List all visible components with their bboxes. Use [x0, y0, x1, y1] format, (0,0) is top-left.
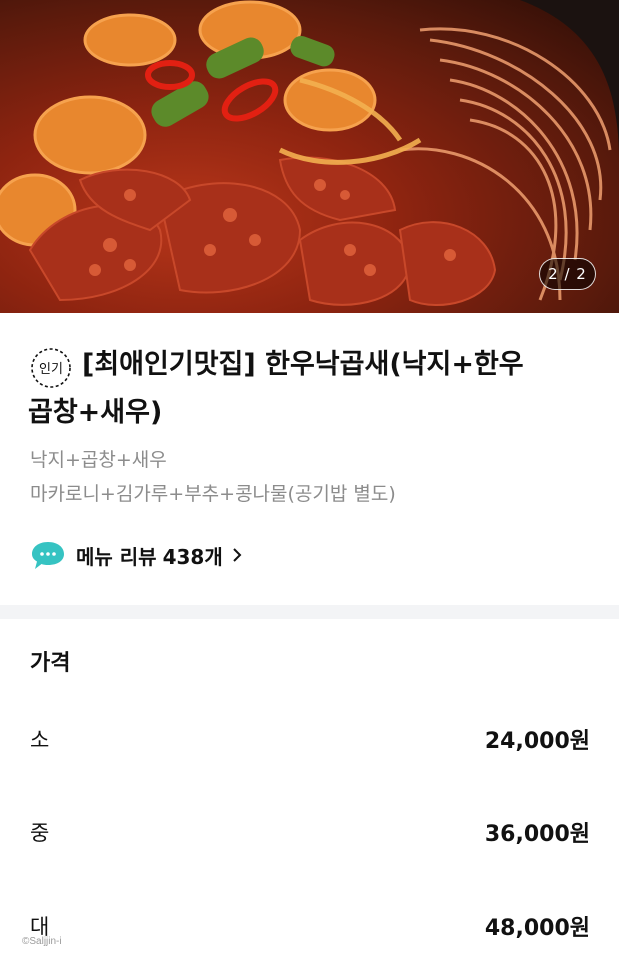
menu-description-line1: 낙지+곱창+새우	[30, 449, 167, 471]
speech-bubble-icon	[32, 542, 64, 569]
price-row-small[interactable]: 소 24,000원	[30, 719, 590, 759]
menu-review-link[interactable]: 메뉴 리뷰 438개	[30, 539, 243, 571]
price-heading: 가격	[30, 651, 71, 676]
size-label: 소	[30, 728, 50, 752]
price-row-large[interactable]: 대 48,000원	[30, 906, 590, 946]
review-label: 메뉴 리뷰	[76, 544, 157, 569]
price-section: 가격 소 24,000원 중 36,000원 대 48,000원	[0, 619, 619, 966]
image-counter: 2 / 2	[539, 258, 596, 290]
review-count: 438개	[162, 544, 223, 569]
menu-photo[interactable]: 2 / 2	[0, 0, 619, 313]
menu-title-line2: 곱창+새우)	[28, 397, 163, 428]
watermark: ©Saljjin-i	[22, 936, 62, 947]
badge-label: 인기	[39, 362, 63, 377]
menu-description-line2: 마카로니+김가루+부추+콩나물(공기밥 별도)	[30, 483, 396, 505]
price-amount: 36,000원	[484, 822, 590, 847]
price-amount: 48,000원	[484, 916, 590, 941]
chevron-right-icon	[233, 548, 242, 562]
size-label: 중	[30, 821, 50, 845]
menu-info: 인기 [최애인기맛집] 한우낙곱새(낙지+한우 곱창+새우) 낙지+곱창+새우 …	[0, 313, 619, 605]
section-divider	[0, 605, 619, 619]
menu-title-line1: [최애인기맛집] 한우낙곱새(낙지+한우	[82, 349, 524, 380]
menu-description: 낙지+곱창+새우 마카로니+김가루+부추+콩나물(공기밥 별도)	[30, 443, 396, 511]
popular-badge-icon: 인기	[31, 348, 71, 388]
food-photo-illustration	[0, 0, 619, 307]
price-amount: 24,000원	[484, 729, 590, 754]
price-row-medium[interactable]: 중 36,000원	[30, 812, 590, 852]
menu-title-row: 인기 [최애인기맛집] 한우낙곱새(낙지+한우 곱창+새우)	[28, 343, 598, 434]
